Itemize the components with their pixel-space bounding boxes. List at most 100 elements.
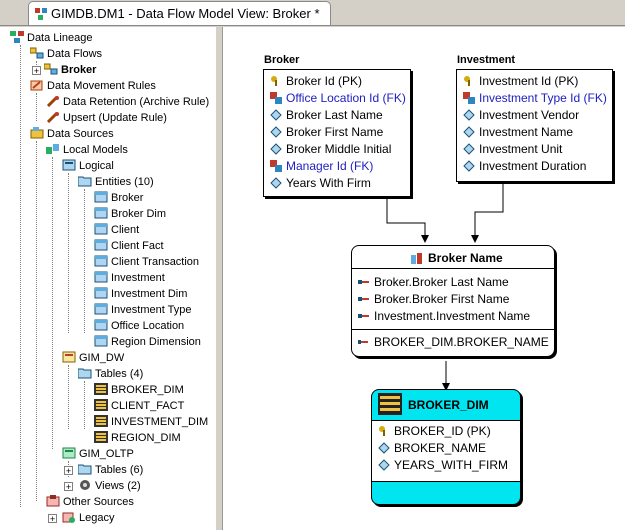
- diagram-canvas[interactable]: Broker Broker Id (PK) Office Location Id …: [222, 27, 625, 530]
- attribute-row[interactable]: Broker First Name: [270, 124, 383, 141]
- tree-item-views-2[interactable]: Views (2): [78, 478, 141, 494]
- tab-model-view[interactable]: GIMDB.DM1 - Data Flow Model View: Broker…: [28, 1, 331, 25]
- attribute-row[interactable]: Broker Id (PK): [270, 73, 362, 90]
- rule-box[interactable]: Broker Name Broker.Broker Last Name Broke…: [351, 245, 555, 357]
- attribute-row[interactable]: BROKER_ID (PK): [378, 423, 491, 440]
- tree-label: BROKER_DIM: [111, 384, 184, 396]
- folder-icon: [78, 176, 92, 187]
- attribute-icon: [270, 126, 282, 138]
- attribute-row[interactable]: Investment Duration: [463, 158, 586, 175]
- tab-title: GIMDB.DM1 - Data Flow Model View: Broker…: [51, 6, 320, 21]
- data-flow-icon: [44, 63, 58, 75]
- tab-bar: GIMDB.DM1 - Data Flow Model View: Broker…: [0, 0, 625, 26]
- tree-item-entity[interactable]: Office Location: [94, 318, 184, 334]
- tree-item-entity[interactable]: Broker Dim: [94, 206, 166, 222]
- attribute-row[interactable]: BROKER_NAME: [378, 440, 486, 457]
- tree-label: GIM_OLTP: [79, 448, 134, 460]
- attribute-row[interactable]: Investment Name: [463, 124, 573, 141]
- investment-entity[interactable]: Investment Id (PK) Investment Type Id (FK…: [456, 69, 613, 182]
- tree-line: [20, 45, 21, 507]
- tree-item-entity[interactable]: Region Dimension: [94, 334, 201, 350]
- tree-line: [52, 157, 53, 449]
- tree-item-entity[interactable]: Investment Dim: [94, 286, 187, 302]
- model-explorer-tree[interactable]: Data Lineage Data Flows + Broker Data Mo…: [0, 27, 217, 530]
- broker-dim-table[interactable]: BROKER_DIM BROKER_ID (PK) BROKER_NAME YEAR…: [371, 389, 521, 505]
- tree-item-rule-upsert[interactable]: Upsert (Update Rule): [46, 110, 167, 126]
- tree-line: [84, 189, 85, 333]
- attribute-row[interactable]: Manager Id (FK): [270, 158, 373, 175]
- data-flow-icon: [30, 47, 44, 59]
- tree-item-broker-flow[interactable]: Broker: [44, 62, 96, 78]
- entity-icon: [94, 191, 108, 203]
- attribute-icon: [270, 143, 282, 155]
- tree-item-entity[interactable]: Investment: [94, 270, 165, 286]
- views-icon: [80, 480, 90, 490]
- attribute-label: Investment Type Id (FK): [479, 91, 607, 105]
- legacy-icon: [62, 512, 75, 523]
- tree-item-table[interactable]: REGION_DIM: [94, 430, 181, 446]
- tree-label: REGION_DIM: [111, 432, 181, 444]
- tree-item-table[interactable]: CLIENT_FACT: [94, 398, 184, 414]
- tree-label: Client: [111, 224, 140, 236]
- attribute-label: Investment Duration: [479, 159, 587, 173]
- expand-toggle-icon[interactable]: +: [64, 482, 73, 492]
- rule-icon: [411, 253, 422, 264]
- attribute-label: Broker Id (PK): [286, 74, 363, 88]
- broker-entity-title: Broker: [264, 54, 300, 66]
- attribute-label: Manager Id (FK): [286, 159, 374, 173]
- tree-item-data-lineage[interactable]: Data Lineage: [10, 30, 92, 46]
- tree-item-entity[interactable]: Client Transaction: [94, 254, 199, 270]
- tree-item-tables-6[interactable]: Tables (6): [78, 462, 143, 478]
- entity-icon: [94, 223, 108, 235]
- tree-label: Office Location: [111, 320, 185, 332]
- attribute-label: Broker First Name: [286, 125, 384, 139]
- attribute-row[interactable]: Investment.Investment Name: [358, 308, 530, 325]
- tree-item-gim-dw[interactable]: GIM_DW: [62, 350, 124, 366]
- tree-item-table[interactable]: INVESTMENT_DIM: [94, 414, 208, 430]
- attribute-row[interactable]: Years With Firm: [270, 175, 371, 192]
- rule-output-label: BROKER_DIM.BROKER_NAME: [374, 335, 549, 349]
- attribute-row[interactable]: Investment Id (PK): [463, 73, 578, 90]
- tree-label: GIM_DW: [79, 352, 125, 364]
- attribute-label: Broker.Broker Last Name: [374, 275, 509, 289]
- broker-entity[interactable]: Broker Id (PK) Office Location Id (FK) Bro…: [263, 69, 411, 197]
- attribute-row[interactable]: Broker Middle Initial: [270, 141, 391, 158]
- tree-item-gim-oltp[interactable]: GIM_OLTP: [62, 446, 134, 462]
- tree-item-legacy[interactable]: Legacy: [62, 510, 114, 526]
- tree-label: Entities (10): [95, 176, 154, 188]
- tree-item-data-sources[interactable]: Data Sources: [30, 126, 114, 142]
- attribute-row[interactable]: Office Location Id (FK): [270, 90, 406, 107]
- broker-dim-columns: BROKER_ID (PK) BROKER_NAME YEARS_WITH_FIRM: [372, 420, 520, 482]
- attribute-icon: [378, 442, 390, 454]
- key-icon: [271, 76, 277, 86]
- tree-item-local-models[interactable]: Local Models: [46, 142, 128, 158]
- tree-item-entity[interactable]: Client: [94, 222, 139, 238]
- tree-item-logical[interactable]: Logical: [62, 158, 114, 174]
- data-sources-icon: [30, 127, 44, 139]
- expand-toggle-icon[interactable]: +: [48, 514, 57, 524]
- expand-toggle-icon[interactable]: +: [32, 66, 41, 76]
- attribute-row[interactable]: Broker.Broker First Name: [358, 291, 509, 308]
- expand-toggle-icon[interactable]: +: [64, 466, 73, 476]
- tree-item-data-movement-rules[interactable]: Data Movement Rules: [30, 78, 156, 94]
- tree-item-tables-4[interactable]: Tables (4): [78, 366, 143, 382]
- tree-item-entities[interactable]: Entities (10): [78, 174, 154, 190]
- tree-item-table[interactable]: BROKER_DIM: [94, 382, 184, 398]
- tree-label: Local Models: [63, 144, 128, 156]
- entity-icon: [94, 271, 108, 283]
- tree-item-entity[interactable]: Broker: [94, 190, 143, 206]
- tree-item-rule-retention[interactable]: Data Retention (Archive Rule): [46, 94, 209, 110]
- tree-item-other-sources[interactable]: Other Sources: [46, 494, 134, 510]
- table-icon: [94, 383, 108, 395]
- attribute-row[interactable]: Investment Type Id (FK): [463, 90, 607, 107]
- tree-item-entity[interactable]: Client Fact: [94, 238, 164, 254]
- tree-item-entity[interactable]: Investment Type: [94, 302, 192, 318]
- attribute-row[interactable]: Broker Last Name: [270, 107, 383, 124]
- attribute-row[interactable]: Investment Unit: [463, 141, 562, 158]
- attribute-row[interactable]: YEARS_WITH_FIRM: [378, 457, 508, 474]
- input-arrow-icon: [358, 314, 369, 318]
- attribute-row[interactable]: Broker.Broker Last Name: [358, 274, 509, 291]
- tree-item-data-flows[interactable]: Data Flows: [30, 46, 102, 62]
- attribute-row[interactable]: Investment Vendor: [463, 107, 579, 124]
- tree-label: Logical: [79, 160, 114, 172]
